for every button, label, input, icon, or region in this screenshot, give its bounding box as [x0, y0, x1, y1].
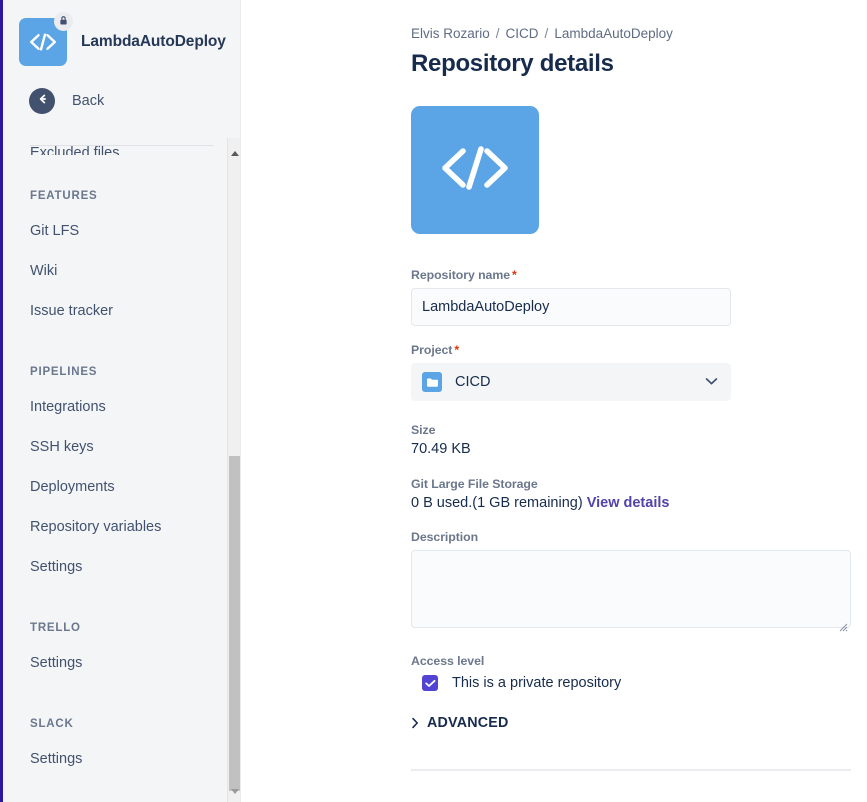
- access-level-field-group: Access level This is a private repositor…: [411, 654, 867, 691]
- sidebar-repo-avatar-wrap: [19, 18, 67, 66]
- git-lfs-field-group: Git Large File Storage 0 B used.(1 GB re…: [411, 477, 867, 511]
- app-root: LambdaAutoDeploy Back Excluded files: [0, 0, 867, 802]
- sidebar-item-issue-tracker[interactable]: Issue tracker: [0, 291, 228, 331]
- breadcrumb-separator-1: /: [496, 26, 500, 41]
- size-field-group: Size 70.49 KB: [411, 423, 867, 457]
- size-value: 70.49 KB: [411, 441, 867, 457]
- advanced-section-toggle[interactable]: ADVANCED: [411, 715, 867, 731]
- repository-name-field-group: Repository name*: [411, 268, 867, 326]
- project-field-group: Project* CICD: [411, 343, 867, 401]
- scroll-down-arrow[interactable]: [228, 784, 241, 798]
- sidebar-item-repository-variables[interactable]: Repository variables: [0, 507, 228, 547]
- private-repository-label: This is a private repository: [452, 675, 621, 691]
- git-lfs-value-row: 0 B used.(1 GB remaining) View details: [411, 495, 867, 511]
- sidebar-section-features: FEATURES: [0, 190, 228, 202]
- description-field-group: Description: [411, 530, 867, 633]
- git-lfs-label: Git Large File Storage: [411, 477, 867, 491]
- sidebar-item-slack-settings[interactable]: Settings: [0, 739, 228, 779]
- sidebar-scrollbar-thumb[interactable]: [229, 456, 240, 791]
- sidebar-scrollbar[interactable]: [227, 138, 240, 802]
- breadcrumb-item-project[interactable]: CICD: [506, 26, 539, 41]
- sidebar-item-pipelines-settings[interactable]: Settings: [0, 547, 228, 587]
- sidebar-item-excluded-files[interactable]: Excluded files: [0, 138, 228, 155]
- breadcrumb-item-repo[interactable]: LambdaAutoDeploy: [554, 26, 673, 41]
- sidebar-item-wiki[interactable]: Wiki: [0, 251, 228, 291]
- sidebar-repo-name: LambdaAutoDeploy: [81, 33, 226, 51]
- repository-avatar[interactable]: [411, 106, 539, 234]
- description-textarea[interactable]: [411, 550, 851, 628]
- project-select-value: CICD: [455, 374, 490, 390]
- chevron-right-icon: [411, 717, 419, 729]
- sidebar-nav-list: Excluded files FEATURES Git LFS Wiki Iss…: [0, 138, 228, 779]
- back-button-label: Back: [72, 93, 104, 109]
- page-title: Repository details: [411, 50, 867, 78]
- repository-name-label: Repository name*: [411, 268, 867, 282]
- sidebar-divider: [30, 145, 214, 146]
- sidebar-item-integrations[interactable]: Integrations: [0, 387, 228, 427]
- scroll-up-arrow[interactable]: [228, 146, 241, 160]
- sidebar-item-git-lfs[interactable]: Git LFS: [0, 211, 228, 251]
- sidebar-repo-title-row[interactable]: LambdaAutoDeploy: [0, 18, 240, 66]
- project-label: Project*: [411, 343, 867, 357]
- sidebar-item-trello-settings[interactable]: Settings: [0, 643, 228, 683]
- description-textarea-wrap: [411, 544, 851, 633]
- required-asterisk: *: [454, 343, 459, 357]
- code-brackets-icon: [28, 32, 58, 52]
- required-asterisk: *: [512, 268, 517, 282]
- sidebar: LambdaAutoDeploy Back Excluded files: [0, 0, 241, 802]
- back-button[interactable]: Back: [0, 88, 240, 114]
- bottom-divider: [411, 769, 851, 771]
- check-icon: [425, 679, 436, 688]
- lock-icon: [58, 13, 69, 31]
- advanced-section-label: ADVANCED: [427, 715, 509, 731]
- view-details-link[interactable]: View details: [587, 495, 670, 511]
- breadcrumb-item-user[interactable]: Elvis Rozario: [411, 26, 490, 41]
- repository-name-label-text: Repository name: [411, 268, 510, 282]
- code-brackets-icon: [436, 142, 514, 199]
- breadcrumb-separator-2: /: [545, 26, 549, 41]
- description-label: Description: [411, 530, 867, 544]
- access-level-label: Access level: [411, 654, 867, 668]
- resize-handle-icon[interactable]: [837, 619, 848, 630]
- left-accent-strip: [0, 0, 3, 802]
- arrow-left-icon: [35, 92, 49, 111]
- sidebar-scroll-area: Excluded files FEATURES Git LFS Wiki Iss…: [0, 138, 228, 802]
- sidebar-item-deployments[interactable]: Deployments: [0, 467, 228, 507]
- chevron-down-icon[interactable]: [705, 373, 718, 391]
- repository-name-input[interactable]: [411, 288, 731, 326]
- project-label-text: Project: [411, 343, 452, 357]
- breadcrumb: Elvis Rozario / CICD / LambdaAutoDeploy: [411, 25, 867, 43]
- git-lfs-usage-text: 0 B used.(1 GB remaining): [411, 495, 583, 511]
- sidebar-section-pipelines: PIPELINES: [0, 366, 228, 378]
- sidebar-item-ssh-keys[interactable]: SSH keys: [0, 427, 228, 467]
- main-content: Elvis Rozario / CICD / LambdaAutoDeploy Repo…: [241, 0, 867, 802]
- lock-badge: [54, 12, 73, 31]
- folder-icon: [422, 372, 442, 392]
- sidebar-section-slack: SLACK: [0, 718, 228, 730]
- private-repository-checkbox[interactable]: [422, 675, 438, 691]
- size-label: Size: [411, 423, 867, 437]
- sidebar-section-trello: TRELLO: [0, 622, 228, 634]
- back-button-circle: [29, 88, 55, 114]
- sidebar-header: LambdaAutoDeploy Back: [0, 0, 240, 138]
- project-select[interactable]: CICD: [411, 363, 731, 401]
- private-repository-row[interactable]: This is a private repository: [411, 675, 867, 691]
